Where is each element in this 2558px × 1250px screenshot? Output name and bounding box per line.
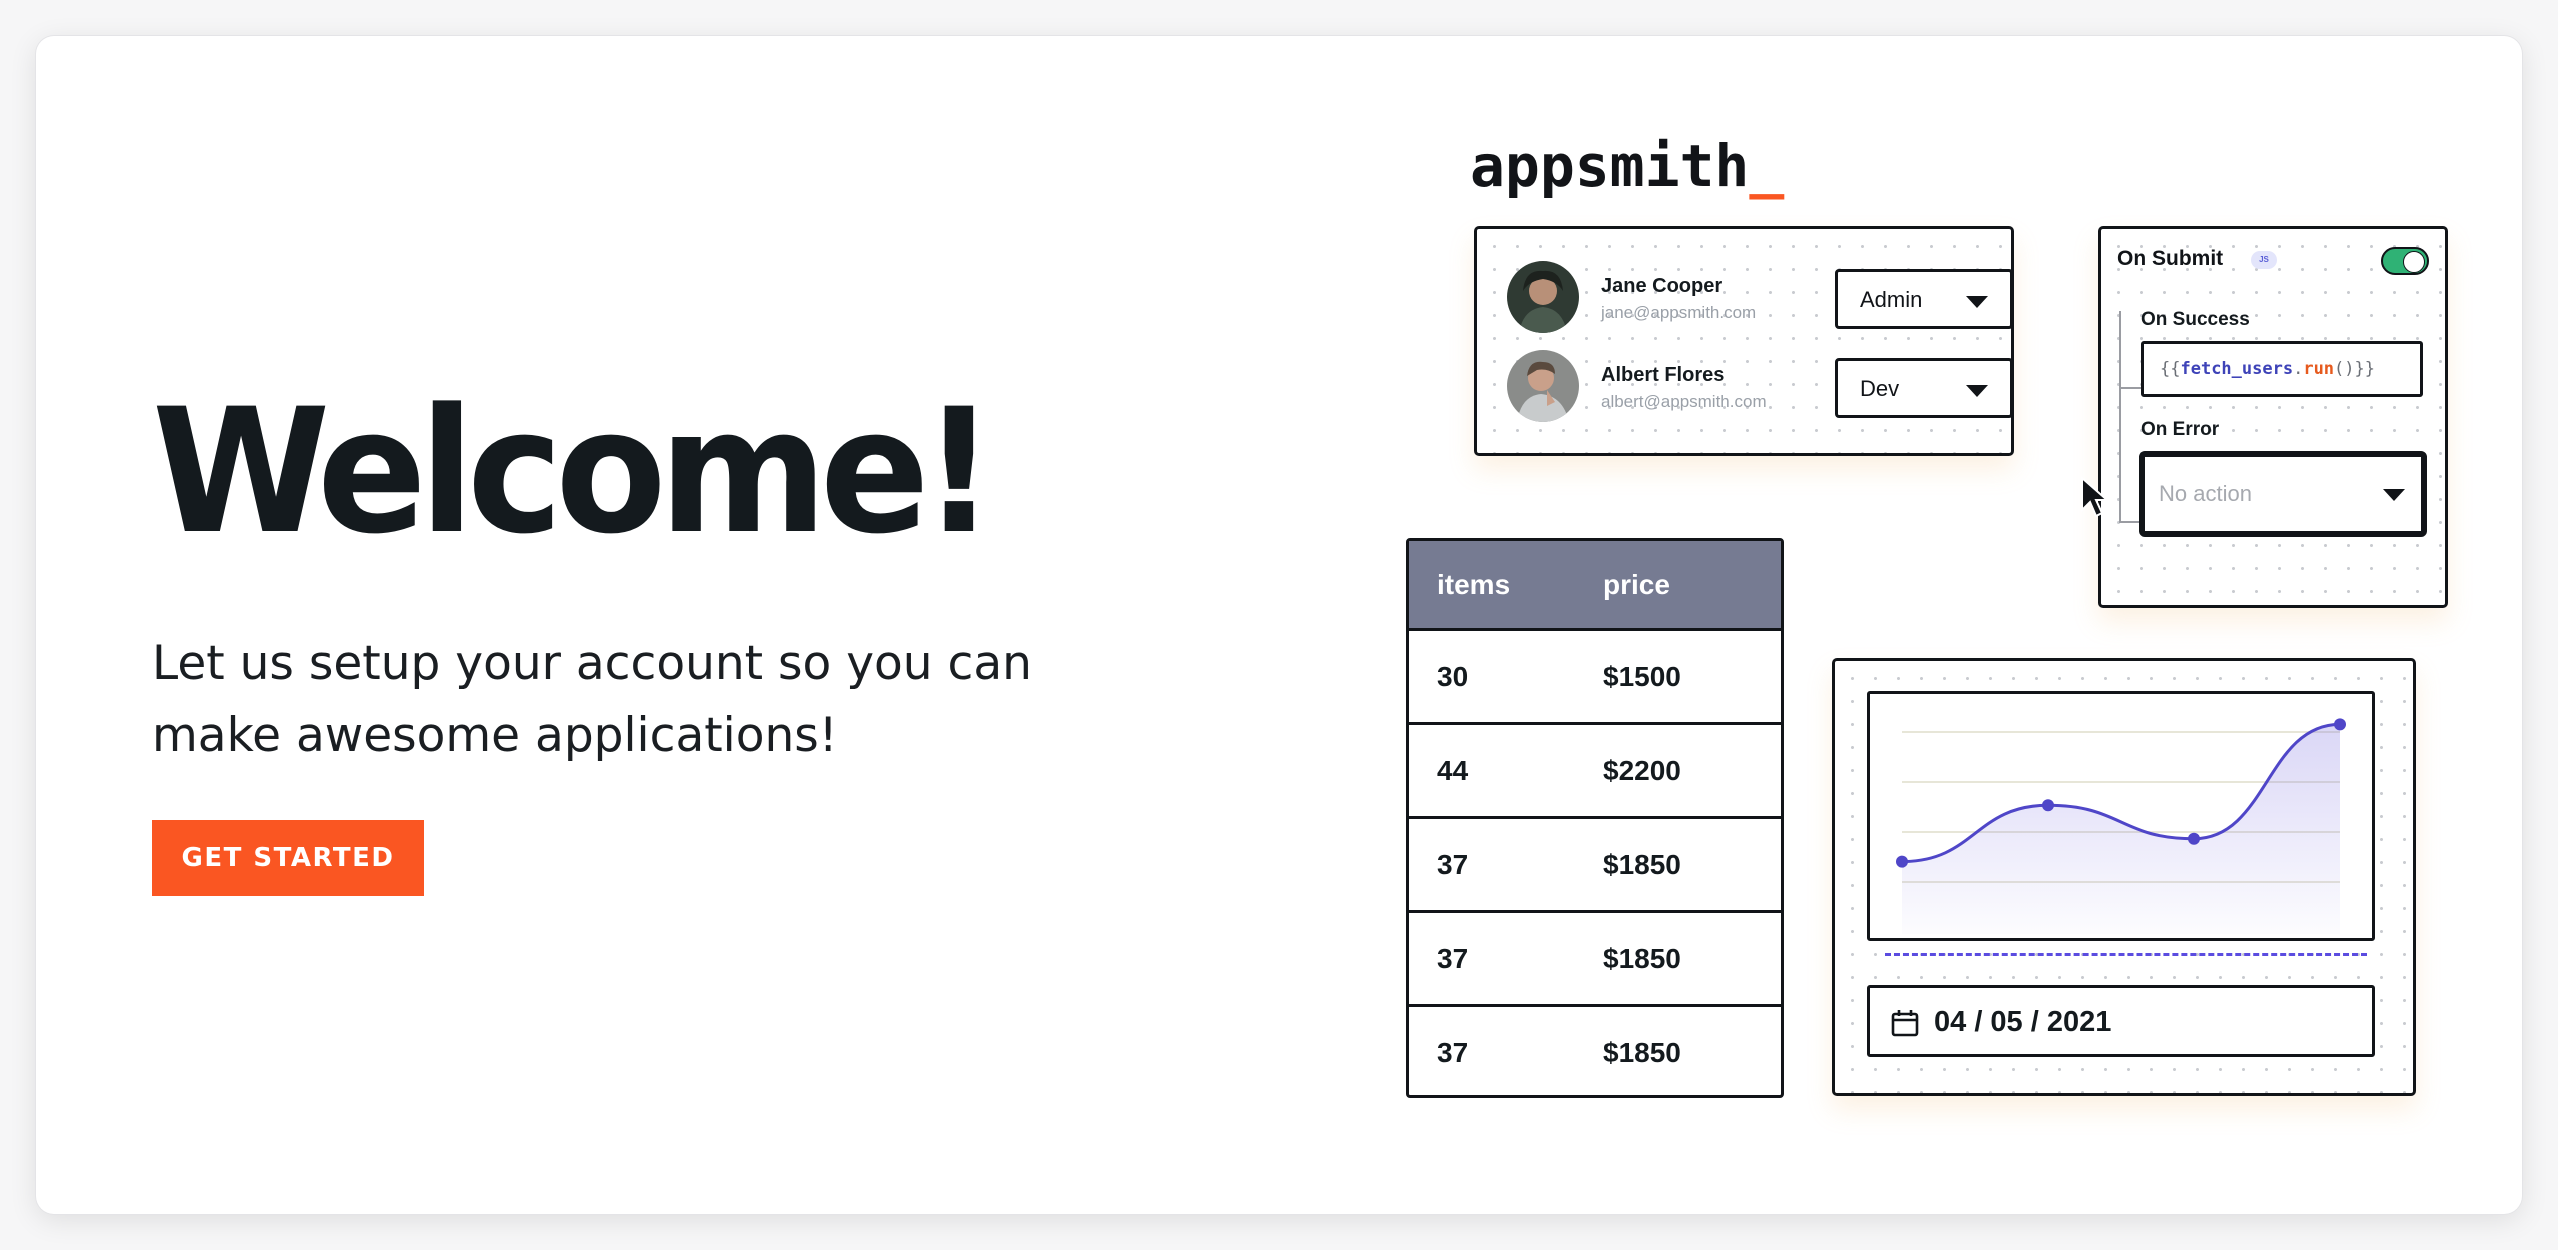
caret-down-icon [2383,489,2405,501]
welcome-screen: Welcome! Let us setup your account so yo… [36,36,2522,1214]
table-header: items price [1409,541,1781,631]
code-brace: {{ [2160,359,2181,379]
table-row[interactable]: 37 $1850 [1409,819,1781,913]
column-header-price: price [1603,569,1670,600]
user-roles-card: Jane Cooper jane@appsmith.com Admin Albe… [1474,226,2014,456]
role-dropdown[interactable]: Dev [1835,358,2013,418]
cell-items: 30 [1437,661,1469,692]
line-chart [1867,691,2375,941]
chart-data-point [2042,799,2054,812]
role-value: Admin [1860,287,1923,312]
js-badge: JS [2251,251,2277,269]
js-toggle[interactable] [2381,247,2429,275]
table-row[interactable]: 44 $2200 [1409,725,1781,819]
chart-plot [1896,718,2346,934]
cell-items: 44 [1437,755,1469,786]
cell-items: 37 [1437,1037,1469,1068]
tree-connector [2119,311,2121,523]
calendar-icon [1891,1010,1919,1037]
on-error-action-dropdown[interactable]: No action [2139,451,2427,537]
date-picker-input[interactable]: 04 / 05 / 2021 [1867,985,2375,1057]
user-email: jane@appsmith.com [1601,303,1757,322]
on-submit-title: On Submit [2117,247,2224,270]
table-row[interactable]: 30 $1500 [1409,631,1781,725]
user-row: Albert Flores albert@appsmith.com Dev [1507,350,2013,424]
tree-connector [2119,387,2143,389]
code-function: fetch_users [2180,359,2294,379]
avatar [1507,261,1579,333]
welcome-heading: Welcome! [152,371,996,572]
chart-area-fill [1902,724,2340,934]
chart-data-point [2334,718,2346,731]
code-dot: . [2293,359,2304,379]
logo-text: appsmith [1470,132,1750,200]
logo-cursor: _ [1749,132,1785,200]
code-method: run [2303,359,2335,379]
role-dropdown[interactable]: Admin [1835,269,2013,329]
avatar [1507,350,1579,422]
caret-down-icon [1966,385,1988,397]
welcome-subtitle: Let us setup your account so you can mak… [152,636,1032,763]
user-row: Jane Cooper jane@appsmith.com Admin [1507,261,2013,335]
get-started-button[interactable]: GET STARTED [152,820,424,896]
cell-price: $1850 [1603,849,1681,880]
cell-price: $2200 [1603,755,1681,786]
cell-items: 37 [1437,943,1469,974]
user-name: Jane Cooper [1601,275,1723,297]
cell-price: $1850 [1603,943,1681,974]
chart-data-point [2188,832,2200,845]
chart-widget-card: 04 / 05 / 2021 [1832,658,2416,1096]
on-success-code-input[interactable]: {{fetch_users.run()}} [2141,341,2423,397]
appsmith-logo: appsmith_ [1470,132,1784,200]
cell-items: 37 [1437,849,1469,880]
date-value: 04 / 05 / 2021 [1934,1006,2112,1038]
on-success-label: On Success [2141,309,2250,330]
code-brace: ()}} [2334,359,2375,379]
role-value: Dev [1860,376,1900,401]
chart-data-point [1896,855,1908,868]
table-row[interactable]: 37 $1850 [1409,1007,1781,1095]
on-error-label: On Error [2141,419,2220,440]
cell-price: $1850 [1603,1037,1681,1068]
column-header-items: items [1437,569,1511,600]
items-table: items price 30 $1500 44 $2200 37 $1850 3… [1406,538,1784,1098]
cell-price: $1500 [1603,661,1681,692]
user-email: albert@appsmith.com [1601,392,1767,411]
on-submit-panel: On Submit JS On Success {{fetch_users.ru… [2098,226,2448,608]
user-name: Albert Flores [1601,364,1725,386]
table-row[interactable]: 37 $1850 [1409,913,1781,1007]
mouse-pointer-icon [2081,476,2110,518]
caret-down-icon [1966,296,1988,308]
action-placeholder: No action [2159,481,2252,506]
chart-selection-outline [1885,953,2367,956]
